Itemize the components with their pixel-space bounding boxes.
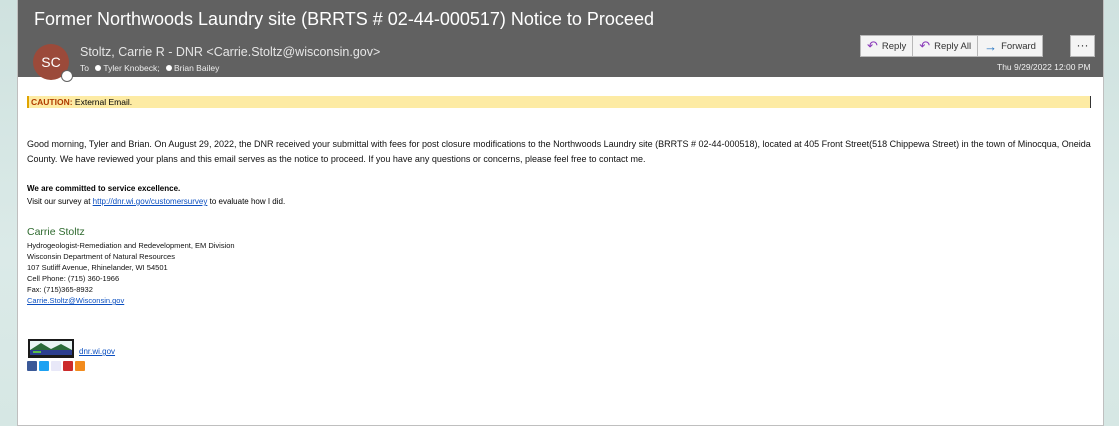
presence-dot-icon (165, 65, 172, 71)
reply-all-button[interactable]: ↶ Reply All (913, 35, 979, 57)
youtube-icon[interactable] (63, 361, 73, 371)
more-options-button[interactable]: ··· (1070, 35, 1095, 57)
recipients-line: To Tyler Knobeck; Brian Bailey (80, 63, 219, 73)
signature-block: Hydrogeologist-Remediation and Redevelop… (27, 240, 235, 306)
email-header: Former Northwoods Laundry site (BRRTS # … (18, 0, 1103, 82)
presence-indicator (61, 70, 73, 82)
forward-icon: → (984, 38, 998, 54)
forward-label: Forward (1001, 40, 1036, 52)
email-subject: Former Northwoods Laundry site (BRRTS # … (34, 9, 654, 29)
signature-name: Carrie Stoltz (27, 226, 85, 238)
email-body: Good morning, Tyler and Brian. On August… (27, 139, 1091, 164)
commitment-line: We are committed to service excellence. (27, 184, 181, 193)
survey-link[interactable]: http://dnr.wi.gov/customersurvey (93, 197, 208, 206)
signature-org: Wisconsin Department of Natural Resource… (27, 252, 175, 261)
presence-dot-icon (95, 65, 102, 71)
external-email-banner: CAUTION: External Email. (27, 96, 1091, 108)
received-datetime: Thu 9/29/2022 12:00 PM (997, 62, 1091, 72)
social-icons (27, 361, 85, 371)
signature-cell: Cell Phone: (715) 360-1966 (27, 274, 120, 283)
reply-all-label: Reply All (934, 40, 972, 52)
caution-label: CAUTION: (31, 97, 73, 107)
to-label: To (80, 63, 89, 73)
signature-address: 107 Sutliff Avenue, Rhinelander, WI 5450… (27, 263, 168, 272)
caution-text: External Email. (72, 97, 133, 107)
rss-icon[interactable] (75, 361, 85, 371)
dnr-website-link[interactable]: dnr.wi.gov (79, 347, 115, 356)
survey-post: to evaluate how I did. (207, 197, 286, 206)
recipient-2[interactable]: Brian Bailey (174, 63, 219, 73)
email-reading-pane: Former Northwoods Laundry site (BRRTS # … (17, 0, 1104, 426)
signature-title: Hydrogeologist-Remediation and Redevelop… (27, 241, 235, 250)
reply-all-icon: ↶ (919, 38, 931, 53)
forward-button[interactable]: → Forward (978, 35, 1043, 57)
twitter-icon[interactable] (39, 361, 49, 371)
recipient-1[interactable]: Tyler Knobeck; (103, 63, 159, 73)
survey-line: Visit our survey at http://dnr.wi.gov/cu… (27, 197, 285, 206)
facebook-icon[interactable] (27, 361, 37, 371)
signature-email-link[interactable]: Carrie.Stoltz@Wisconsin.gov (27, 296, 124, 305)
signature-fax: Fax: (715)365-8932 (27, 285, 93, 294)
reply-icon: ↶ (867, 38, 878, 53)
dnr-logo-icon[interactable] (27, 338, 75, 359)
survey-pre: Visit our survey at (27, 197, 93, 206)
reply-label: Reply (881, 40, 907, 52)
sender[interactable]: Stoltz, Carrie R - DNR <Carrie.Stoltz@wi… (80, 45, 380, 59)
flickr-icon[interactable] (51, 361, 61, 371)
reply-button[interactable]: ↶ Reply (860, 35, 914, 57)
message-actions: ↶ Reply ↶ Reply All → Forward (860, 35, 1043, 57)
